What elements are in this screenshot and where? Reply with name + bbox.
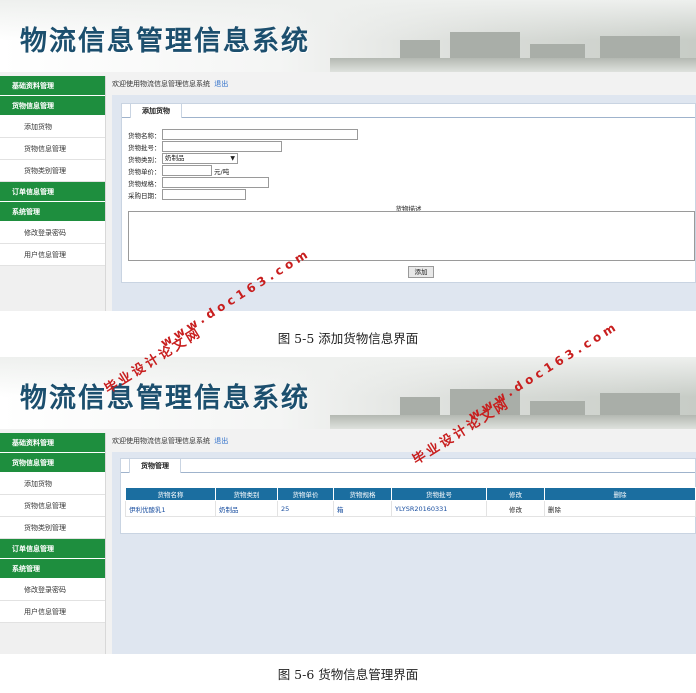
spec-label: 货物规格： <box>128 179 161 188</box>
cell-spec: 箱 <box>333 500 392 517</box>
spec-input[interactable] <box>162 177 269 188</box>
row-spec: 货物规格： <box>128 177 269 188</box>
goods-table: 货物名称 货物类别 货物单价 货物规格 货物批号 修改 删除 伊利优酸乳1 奶制… <box>125 487 696 517</box>
banner-shore <box>330 58 696 72</box>
welcome-text: 欢迎使用物流信息管理信息系统 <box>112 80 210 88</box>
screenshot-add-goods: 物流信息管理信息系统 基础资料管理 货物信息管理 添加货物 货物信息管理 货物类… <box>0 0 696 311</box>
col-header-delete: 删除 <box>544 487 696 501</box>
price-input[interactable] <box>162 165 212 176</box>
batch-input[interactable] <box>162 141 282 152</box>
add-button[interactable]: 添加 <box>408 266 434 278</box>
welcome-bar: 欢迎使用物流信息管理信息系统 退出 <box>112 79 228 89</box>
row-batch: 货物批号： <box>128 141 282 152</box>
col-header-price: 货物单价 <box>277 487 334 501</box>
sidebar-group-orders[interactable]: 订单信息管理 <box>0 182 105 202</box>
main-area: 货物管理 货物名称 货物类别 货物单价 货物规格 货物批号 修改 删除 伊利优酸… <box>112 452 696 654</box>
cell-price: 25 <box>277 500 334 517</box>
sidebar-item-goods-info[interactable]: 货物信息管理 <box>0 138 105 160</box>
sidebar-group-goods[interactable]: 货物信息管理 <box>0 96 105 116</box>
date-input[interactable] <box>162 189 246 200</box>
sidebar-group-basic[interactable]: 基础资料管理 <box>0 433 105 453</box>
header-banner: 物流信息管理信息系统 <box>0 357 696 429</box>
logout-link[interactable]: 退出 <box>214 437 228 445</box>
category-value: 奶制品 <box>165 154 185 162</box>
header-banner: 物流信息管理信息系统 <box>0 0 696 72</box>
col-header-batch: 货物批号 <box>391 487 487 501</box>
logout-link[interactable]: 退出 <box>214 80 228 88</box>
col-header-category: 货物类别 <box>215 487 278 501</box>
cell-category: 奶制品 <box>215 500 278 517</box>
sidebar-item-change-password[interactable]: 修改登录密码 <box>0 579 105 601</box>
row-date: 采购日期： <box>128 189 246 200</box>
welcome-bar: 欢迎使用物流信息管理信息系统 退出 <box>112 436 228 446</box>
cell-batch: YLYSR20160331 <box>391 500 487 517</box>
tab-goods-management[interactable]: 货物管理 <box>129 458 181 473</box>
category-label: 货物类别： <box>128 155 161 164</box>
sidebar-item-goods-category[interactable]: 货物类别管理 <box>0 517 105 539</box>
banner-shore <box>330 415 696 429</box>
row-category: 货物类别： 奶制品 ▼ <box>128 153 238 164</box>
chevron-down-icon: ▼ <box>230 155 235 162</box>
edit-link[interactable]: 修改 <box>486 500 545 517</box>
table-header-row: 货物名称 货物类别 货物单价 货物规格 货物批号 修改 删除 <box>125 487 696 501</box>
sidebar-item-users[interactable]: 用户信息管理 <box>0 244 105 266</box>
cell-name: 伊利优酸乳1 <box>125 500 216 517</box>
row-price: 货物单价： 元/吨 <box>128 165 229 176</box>
sidebar-item-add-goods[interactable]: 添加货物 <box>0 116 105 138</box>
col-header-edit: 修改 <box>486 487 545 501</box>
welcome-text: 欢迎使用物流信息管理信息系统 <box>112 437 210 445</box>
system-title: 物流信息管理信息系统 <box>20 383 310 414</box>
sidebar-item-users[interactable]: 用户信息管理 <box>0 601 105 623</box>
table-row: 伊利优酸乳1 奶制品 25 箱 YLYSR20160331 修改 删除 <box>125 500 696 517</box>
main-area: 添加货物 货物名称： 货物批号： 货物类别： 奶制品 ▼ 货物单价： 元/吨 货… <box>112 95 696 311</box>
name-label: 货物名称： <box>128 131 161 140</box>
row-name: 货物名称： <box>128 129 358 140</box>
name-input[interactable] <box>162 129 358 140</box>
sidebar-group-basic[interactable]: 基础资料管理 <box>0 76 105 96</box>
batch-label: 货物批号： <box>128 143 161 152</box>
delete-link[interactable]: 删除 <box>544 500 696 517</box>
sidebar-item-change-password[interactable]: 修改登录密码 <box>0 222 105 244</box>
screenshot-goods-management: 物流信息管理信息系统 基础资料管理 货物信息管理 添加货物 货物信息管理 货物类… <box>0 357 696 654</box>
tab-underline <box>121 472 695 473</box>
date-label: 采购日期： <box>128 191 161 200</box>
sidebar-group-goods[interactable]: 货物信息管理 <box>0 453 105 473</box>
sidebar: 基础资料管理 货物信息管理 添加货物 货物信息管理 货物类别管理 订单信息管理 … <box>0 433 106 654</box>
sidebar-item-add-goods[interactable]: 添加货物 <box>0 473 105 495</box>
sidebar-group-system[interactable]: 系统管理 <box>0 559 105 579</box>
sidebar-item-goods-category[interactable]: 货物类别管理 <box>0 160 105 182</box>
tab-underline <box>122 117 695 118</box>
category-select[interactable]: 奶制品 ▼ <box>162 153 238 164</box>
sidebar-item-goods-info[interactable]: 货物信息管理 <box>0 495 105 517</box>
price-unit: 元/吨 <box>214 167 230 176</box>
caption-fig-5-6: 图 5-6 货物信息管理界面 <box>277 667 419 682</box>
sidebar-group-system[interactable]: 系统管理 <box>0 202 105 222</box>
tab-add-goods[interactable]: 添加货物 <box>130 103 182 118</box>
system-title: 物流信息管理信息系统 <box>20 26 310 57</box>
col-header-name: 货物名称 <box>125 487 216 501</box>
sidebar-group-orders[interactable]: 订单信息管理 <box>0 539 105 559</box>
col-header-spec: 货物规格 <box>333 487 392 501</box>
goods-management-panel: 货物管理 货物名称 货物类别 货物单价 货物规格 货物批号 修改 删除 伊利优酸… <box>120 458 696 534</box>
add-goods-panel: 添加货物 货物名称： 货物批号： 货物类别： 奶制品 ▼ 货物单价： 元/吨 货… <box>121 103 696 283</box>
desc-textarea[interactable] <box>128 211 695 261</box>
price-label: 货物单价： <box>128 167 161 176</box>
sidebar: 基础资料管理 货物信息管理 添加货物 货物信息管理 货物类别管理 订单信息管理 … <box>0 76 106 311</box>
